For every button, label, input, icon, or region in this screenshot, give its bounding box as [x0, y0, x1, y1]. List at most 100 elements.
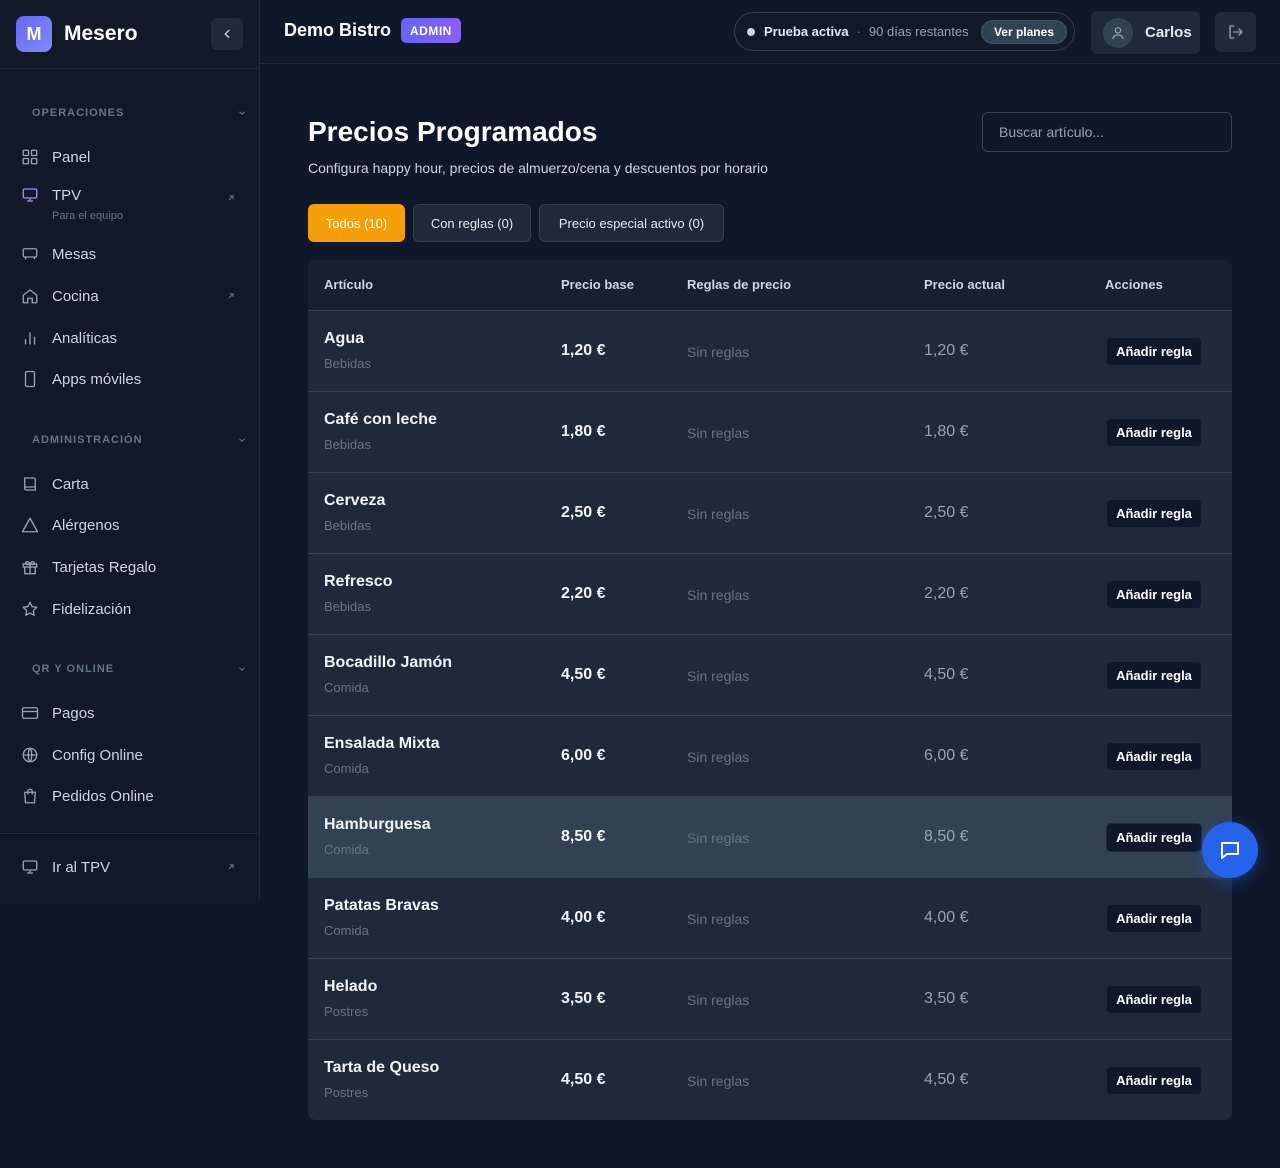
- sidebar-item-label: Config Online: [52, 746, 143, 764]
- add-rule-button[interactable]: Añadir regla: [1106, 499, 1202, 528]
- page-title: Precios Programados: [308, 116, 598, 147]
- item-category: Comida: [324, 761, 369, 776]
- pricing-table: Artículo Precio base Reglas de precio Pr…: [308, 260, 1232, 1120]
- add-rule-button[interactable]: Añadir regla: [1106, 904, 1202, 933]
- sidebar-item-carta[interactable]: Carta: [20, 468, 240, 500]
- price-rules: Sin reglas: [687, 587, 750, 603]
- table-row: Patatas Bravas Comida 4,00 € Sin reglas 4,00…: [308, 877, 1232, 958]
- section-label: QR Y ONLINE: [32, 663, 115, 675]
- item-name: Patatas Bravas: [324, 897, 439, 914]
- current-price: 8,50 €: [924, 828, 969, 845]
- sidebar-nav: OPERACIONES Panel TPV Para el equipo Mes…: [0, 69, 259, 833]
- column-header: Reglas de precio: [687, 277, 792, 292]
- item-category: Comida: [324, 923, 369, 938]
- item-category: Bebidas: [324, 599, 371, 614]
- sidebar-item-apps-moviles[interactable]: Apps móviles: [20, 363, 240, 395]
- item-name: Helado: [324, 978, 378, 995]
- sidebar-item-label: Ir al TPV: [52, 858, 111, 876]
- table-row: Bocadillo Jamón Comida 4,50 € Sin reglas 4,5…: [308, 634, 1232, 715]
- chevron-down-icon: [239, 438, 245, 442]
- app-logo[interactable]: M: [16, 16, 52, 52]
- table-row: Helado Postres 3,50 € Sin reglas 3,50 € Añadi…: [308, 958, 1232, 1039]
- current-price: 2,50 €: [924, 504, 969, 521]
- base-price: 1,80 €: [561, 423, 606, 440]
- base-price: 4,50 €: [561, 666, 606, 683]
- table-row: Agua Bebidas 1,20 € Sin reglas 1,20 € Añadir …: [308, 310, 1232, 391]
- sidebar-item-pagos[interactable]: Pagos: [20, 697, 240, 729]
- section-label: OPERACIONES: [32, 107, 125, 119]
- role-badge: ADMIN: [401, 18, 461, 43]
- price-rules: Sin reglas: [687, 1073, 750, 1089]
- gift-icon: [20, 557, 40, 577]
- sidebar-item-fidelizacion[interactable]: Fidelización: [20, 593, 240, 625]
- book-icon: [20, 474, 40, 494]
- bar-chart-icon: [20, 328, 40, 348]
- sidebar-item-label: Carta: [52, 475, 89, 493]
- tab-todos[interactable]: Todos (10): [308, 204, 405, 242]
- sidebar-item-cocina[interactable]: Cocina: [20, 280, 240, 312]
- sidebar-item-tpv[interactable]: TPV: [20, 182, 240, 208]
- star-icon: [20, 599, 40, 619]
- price-rules: Sin reglas: [687, 344, 750, 360]
- sidebar-collapse-button[interactable]: [211, 18, 243, 50]
- tab-con-reglas[interactable]: Con reglas (0): [413, 204, 531, 242]
- tab-precio-especial[interactable]: Precio especial activo (0): [539, 204, 724, 242]
- sidebar-item-label: Fidelización: [52, 600, 132, 618]
- sidebar-item-label: Tarjetas Regalo: [52, 558, 157, 576]
- add-rule-button[interactable]: Añadir regla: [1106, 823, 1202, 852]
- sidebar-item-panel[interactable]: Panel: [20, 141, 240, 173]
- trial-remaining: 90 días restantes: [868, 24, 969, 39]
- sidebar-item-label: TPV: [52, 186, 82, 204]
- smartphone-icon: [20, 369, 40, 389]
- add-rule-button[interactable]: Añadir regla: [1106, 985, 1202, 1014]
- sidebar-item-ir-al-tpv[interactable]: Ir al TPV: [20, 851, 240, 883]
- app-name: Mesero: [64, 22, 138, 45]
- chat-button[interactable]: [1202, 822, 1258, 878]
- add-rule-button[interactable]: Añadir regla: [1106, 337, 1202, 366]
- table-row: Ensalada Mixta Comida 6,00 € Sin reglas 6,00…: [308, 715, 1232, 796]
- status-dot: [747, 27, 755, 36]
- current-price: 4,00 €: [924, 909, 969, 926]
- sidebar-item-tarjetas-regalo[interactable]: Tarjetas Regalo: [20, 551, 240, 583]
- sidebar-item-config-online[interactable]: Config Online: [20, 739, 240, 771]
- section-operaciones[interactable]: OPERACIONES: [32, 103, 247, 123]
- base-price: 1,20 €: [561, 342, 606, 359]
- current-price: 1,80 €: [924, 423, 969, 440]
- chevron-down-icon: [239, 111, 245, 115]
- item-name: Hamburguesa: [324, 816, 431, 833]
- table-icon: [20, 244, 40, 264]
- item-name: Refresco: [324, 573, 393, 590]
- section-qr-online[interactable]: QR Y ONLINE: [32, 659, 247, 679]
- table-row: Tarta de Queso Postres 4,50 € Sin reglas 4,5…: [308, 1039, 1232, 1120]
- section-administracion[interactable]: ADMINISTRACIÓN: [32, 430, 247, 450]
- add-rule-button[interactable]: Añadir regla: [1106, 742, 1202, 771]
- item-category: Bebidas: [324, 518, 371, 533]
- sidebar-item-analiticas[interactable]: Analíticas: [20, 322, 240, 354]
- trial-status-label: Prueba activa: [764, 24, 849, 39]
- sidebar-item-pedidos-online[interactable]: Pedidos Online: [20, 780, 240, 812]
- user-icon: [1112, 26, 1124, 39]
- sidebar-item-label: Cocina: [52, 287, 99, 305]
- current-price: 4,50 €: [924, 666, 969, 683]
- item-name: Ensalada Mixta: [324, 735, 440, 752]
- sidebar-item-label: Panel: [52, 148, 91, 166]
- search-input[interactable]: [982, 112, 1232, 152]
- column-header: Precio base: [561, 277, 634, 292]
- item-category: Bebidas: [324, 437, 371, 452]
- table-row: Café con leche Bebidas 1,80 € Sin reglas 1,8…: [308, 391, 1232, 472]
- sidebar-item-label: Analíticas: [52, 329, 118, 347]
- table-header: Artículo Precio base Reglas de precio Pr…: [308, 260, 1232, 310]
- sidebar-item-alergenos[interactable]: Alérgenos: [20, 509, 240, 541]
- table-row: Refresco Bebidas 2,20 € Sin reglas 2,20 € Aña…: [308, 553, 1232, 634]
- view-plans-button[interactable]: Ver planes: [980, 20, 1067, 44]
- chat-icon: [1221, 842, 1239, 859]
- sidebar-item-mesas[interactable]: Mesas: [20, 238, 240, 270]
- add-rule-button[interactable]: Añadir regla: [1106, 418, 1202, 447]
- add-rule-button[interactable]: Añadir regla: [1106, 580, 1202, 609]
- add-rule-button[interactable]: Añadir regla: [1106, 661, 1202, 690]
- base-price: 6,00 €: [561, 747, 606, 764]
- add-rule-button[interactable]: Añadir regla: [1106, 1066, 1202, 1095]
- user-menu-button[interactable]: Carlos: [1091, 11, 1200, 54]
- current-price: 2,20 €: [924, 585, 969, 602]
- logout-button[interactable]: [1215, 12, 1256, 52]
